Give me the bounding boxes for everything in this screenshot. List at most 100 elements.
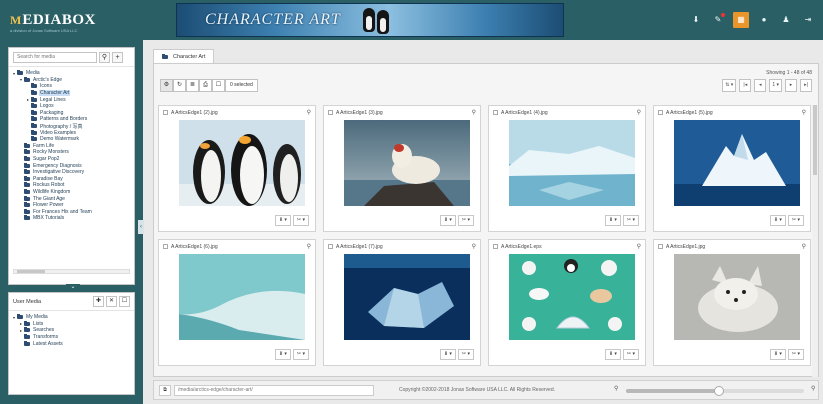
tree-item[interactable]: ▸ Lists (13, 320, 130, 328)
search-icon[interactable]: ⚲ (472, 109, 476, 116)
zoom-in-icon[interactable]: ⚲ (811, 385, 815, 392)
search-icon[interactable]: ⚲ (472, 243, 476, 250)
add-icon[interactable]: ✚ (93, 296, 104, 307)
user-icon[interactable]: ♟ (779, 13, 793, 27)
search-icon[interactable]: ⚲ (307, 243, 311, 250)
tree-item[interactable]: Demo Watermark (13, 136, 130, 143)
media-card[interactable]: A ArticsEdge1.jpg ⚲ ⬇ ▾ ✂ ▾ (653, 239, 811, 366)
more-icon[interactable]: ⇥ (801, 13, 815, 27)
select-checkbox[interactable] (328, 244, 333, 249)
media-card[interactable]: A ArticsEdge1 (7).jpg ⚲ ⬇ ▾ ✂ ▾ (323, 239, 481, 366)
media-thumbnail[interactable] (509, 120, 635, 206)
last-page-button[interactable]: ▸| (800, 79, 812, 92)
media-card[interactable]: A ArticsEdge1 (4).jpg ⚲ ⬇ ▾ ✂ ▾ (488, 105, 646, 232)
select-checkbox[interactable] (163, 110, 168, 115)
list-view-icon[interactable]: ≣ (186, 79, 199, 92)
tree-item[interactable]: Icons (13, 83, 130, 90)
select-checkbox[interactable] (163, 244, 168, 249)
prev-page-button[interactable]: ◂ (754, 79, 767, 92)
refresh-icon[interactable]: ↻ (173, 79, 186, 92)
bell-icon[interactable]: ✎ (711, 13, 725, 27)
search-icon[interactable]: ⚲ (307, 109, 311, 116)
sort-button[interactable]: ⇅ ▾ (722, 79, 737, 92)
tree-item[interactable]: Transforms (13, 334, 130, 341)
tree-item[interactable]: ▾ Arctic's Edge (13, 76, 130, 84)
slider-handle[interactable] (713, 386, 724, 396)
media-thumbnail[interactable] (674, 254, 800, 340)
search-icon[interactable]: ⚲ (802, 243, 806, 250)
download-button[interactable]: ⬇ ▾ (769, 349, 786, 360)
tree-item[interactable]: Wildlife Kingdom (13, 188, 130, 196)
thumbnail-size-slider[interactable] (626, 386, 804, 396)
media-thumbnail[interactable] (674, 120, 800, 206)
settings-icon[interactable]: ⚙ (160, 79, 173, 92)
tree-item[interactable]: Sugar Pop2 (13, 156, 130, 163)
download-button[interactable]: ⬇ ▾ (604, 215, 621, 226)
download-button[interactable]: ⬇ ▾ (274, 215, 291, 226)
grid-icon[interactable]: ▦ (733, 12, 749, 28)
share-button[interactable]: ✂ ▾ (292, 349, 309, 360)
media-thumbnail[interactable] (344, 120, 470, 206)
link-icon[interactable]: ⧉ (159, 385, 171, 396)
download-button[interactable]: ⬇ ▾ (604, 349, 621, 360)
vertical-scrollbar[interactable] (812, 105, 818, 377)
media-card[interactable]: A ArticsEdge1 (2).jpg ⚲ ⬇ ▾ ✂ ▾ (158, 105, 316, 232)
horizontal-scrollbar[interactable] (13, 269, 130, 274)
search-icon[interactable]: ⚲ (637, 109, 641, 116)
download-icon[interactable]: ⬇ (689, 13, 703, 27)
media-thumbnail[interactable] (179, 120, 305, 206)
print-icon[interactable]: ⎙ (199, 79, 212, 92)
share-button[interactable]: ✂ ▾ (622, 349, 639, 360)
tree-item[interactable]: MBX Tutorials (13, 215, 130, 222)
tree-item[interactable]: Flower Power (13, 202, 130, 209)
select-checkbox[interactable] (328, 110, 333, 115)
share-button[interactable]: ✂ ▾ (457, 215, 474, 226)
next-page-button[interactable]: ▸ (785, 79, 797, 92)
share-button[interactable]: ✂ ▾ (787, 349, 804, 360)
selected-count-button[interactable]: 0 selected (225, 79, 258, 92)
tree-item[interactable]: The Giant Age (13, 195, 130, 202)
first-page-button[interactable]: |◂ (739, 79, 752, 92)
tree-item[interactable]: ▸ Legal Lines (13, 96, 130, 103)
tree-item[interactable]: ▾ Media (13, 70, 130, 77)
page-select[interactable]: 1 ▾ (769, 79, 782, 92)
share-button[interactable]: ✂ ▾ (292, 215, 309, 226)
tree-item[interactable]: Logos (13, 103, 130, 110)
edit-icon[interactable]: ☐ (119, 296, 130, 307)
tree-item[interactable]: Farm Life (13, 142, 130, 150)
close-icon[interactable]: ✕ (106, 296, 117, 307)
chevron-left-icon[interactable]: ‹ (138, 220, 144, 234)
path-field[interactable]: /media/arctics-edge/character-art/ (174, 385, 374, 396)
download-button[interactable]: ⬇ ▾ (439, 349, 456, 360)
media-search-input[interactable]: Search for media (13, 52, 97, 63)
download-button[interactable]: ⬇ ▾ (769, 215, 786, 226)
tree-item[interactable]: Video Examples (13, 129, 130, 136)
chevron-down-icon[interactable]: ⌄ (66, 284, 80, 291)
scrollbar-thumb[interactable] (813, 105, 817, 175)
share-button[interactable]: ✂ ▾ (457, 349, 474, 360)
zoom-out-icon[interactable]: ⚲ (614, 385, 618, 392)
tree-item[interactable]: Latest Assets (13, 340, 130, 347)
tree-item[interactable]: Emergency Diagnosis (13, 162, 130, 169)
share-button[interactable]: ✂ ▾ (622, 215, 639, 226)
media-thumbnail[interactable] (344, 254, 470, 340)
share-button[interactable]: ✂ ▾ (787, 215, 804, 226)
tree-item[interactable]: Investigative Discovery (13, 169, 130, 176)
select-checkbox[interactable] (658, 244, 663, 249)
tree-item[interactable]: Packaging (13, 109, 130, 117)
download-button[interactable]: ⬇ ▾ (439, 215, 456, 226)
tree-item[interactable]: Character Art (13, 90, 130, 97)
media-card[interactable]: A ArticsEdge1 (3).jpg ⚲ ⬇ ▾ ✂ ▾ (323, 105, 481, 232)
tree-item[interactable]: Rockus Robot (13, 182, 130, 189)
scrollbar-thumb[interactable] (17, 270, 45, 273)
select-checkbox[interactable] (493, 110, 498, 115)
media-card[interactable]: A ArticsEdge1.eps ⚲ ⬇ ▾ ✂ ▾ (488, 239, 646, 366)
tree-item[interactable]: Photography / 写真 (13, 123, 130, 130)
search-icon[interactable]: ⚲ (802, 109, 806, 116)
search-icon[interactable]: ⚲ (99, 52, 110, 63)
tab-character-art[interactable]: Character Art (153, 49, 215, 63)
tree-item[interactable]: Rocky Monsters (13, 149, 130, 156)
select-checkbox[interactable] (493, 244, 498, 249)
info-icon[interactable]: ● (757, 13, 771, 27)
select-checkbox[interactable]: ☐ (212, 79, 225, 92)
